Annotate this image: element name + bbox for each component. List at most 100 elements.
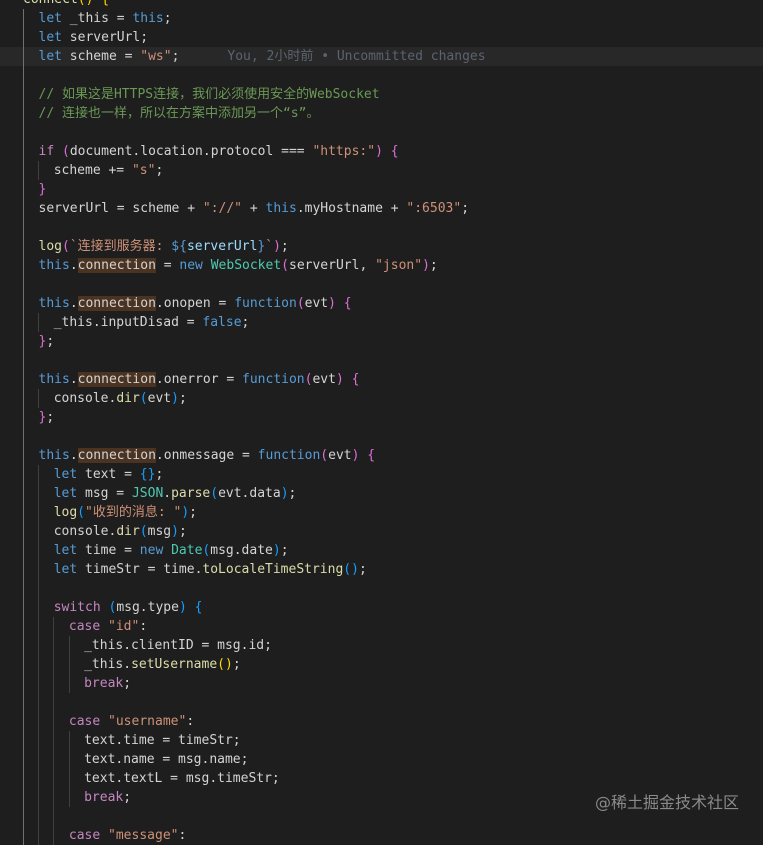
code-line[interactable]: connect() { [0,0,763,9]
indent-guide [38,769,40,788]
code-text: switch (msg.type) { [54,598,203,617]
code-line[interactable] [0,218,763,237]
code-token: scheme += [53,163,132,178]
code-text: _this.inputDisad = false; [54,313,250,332]
indent-guide [23,351,24,370]
code-text: }; [39,332,55,351]
code-line[interactable] [0,579,763,598]
indent-guide [38,560,40,579]
code-token: ; [429,258,438,273]
code-line[interactable]: let _this = this; [0,9,763,28]
code-token: "json" [375,258,423,273]
code-editor[interactable]: connect() {let _this = this;let serverUr… [0,0,763,845]
code-line[interactable]: } [0,180,763,199]
code-text: log(`连接到服务器: ${serverUrl}`); [39,237,289,256]
code-token: { [343,296,352,311]
code-text: // 如果这是HTTPS连接，我们必须使用安全的WebSocket [39,85,380,104]
code-line[interactable]: text.textL = msg.timeStr; [0,769,763,788]
code-line[interactable]: scheme += "s"; [0,161,763,180]
code-line[interactable]: let text = {}; [0,465,763,484]
code-token: ( [61,239,70,254]
code-line[interactable]: // 如果这是HTTPS连接，我们必须使用安全的WebSocket [0,85,763,104]
indent-guide [53,769,55,788]
code-token: console. [53,524,117,539]
code-line[interactable]: text.name = msg.name; [0,750,763,769]
code-line[interactable]: log("收到的消息: "); [0,503,763,522]
code-token: `连接到服务器: [69,239,172,254]
code-token: let [38,49,62,64]
code-line[interactable]: switch (msg.type) { [0,598,763,617]
code-token: ; [46,410,55,425]
code-token: "s" [131,163,156,178]
code-line[interactable] [0,275,763,294]
code-line[interactable]: this.connection.onerror = function(evt) … [0,370,763,389]
indent-guide [23,180,24,199]
code-token: : [186,714,195,729]
code-line[interactable]: }; [0,332,763,351]
indent-guide [23,693,24,712]
code-line[interactable]: if (document.location.protocol === "http… [0,142,763,161]
code-line[interactable]: // 连接也一样，所以在方案中添加另一个“s”。 [0,104,763,123]
indent-guide [23,484,24,503]
code-line[interactable]: console.dir(msg); [0,522,763,541]
code-token: ; [163,11,172,26]
code-token: evt [328,448,352,463]
code-token: . [69,372,78,387]
code-token: text.name = msg.name; [84,752,249,767]
code-token: ) [171,391,179,406]
code-line[interactable]: _this.clientID = msg.id; [0,636,763,655]
code-line[interactable]: this.connection.onopen = function(evt) { [0,294,763,313]
code-line[interactable] [0,66,763,85]
code-token: this [265,201,297,216]
code-line[interactable]: case "username": [0,712,763,731]
code-token: _this.clientID = msg.id; [84,638,272,653]
code-line[interactable] [0,123,763,142]
indent-guide [68,731,70,750]
code-token: = [155,258,180,273]
indent-guide [38,522,40,541]
indent-guide [23,522,24,541]
code-line[interactable]: serverUrl = scheme + "://" + this.myHost… [0,199,763,218]
code-line[interactable]: this.connection = new WebSocket(serverUr… [0,256,763,275]
code-token: function [257,448,321,463]
code-line[interactable]: this.connection.onmessage = function(evt… [0,446,763,465]
code-line[interactable] [0,427,763,446]
code-line[interactable]: }; [0,408,763,427]
code-line[interactable]: break; [0,674,763,693]
code-token: break [84,676,124,691]
code-line[interactable]: let scheme = "ws"; You, 2小时前 • Uncommitte… [0,47,763,66]
code-line[interactable]: case "message": [0,826,763,845]
code-token: ; [232,657,241,672]
code-token: this [38,448,70,463]
code-token: ; [288,486,297,501]
git-blame-annotation: You, 2小时前 • Uncommitted changes [227,49,486,64]
code-line[interactable]: _this.setUsername(); [0,655,763,674]
code-line[interactable]: let time = new Date(msg.date); [0,541,763,560]
code-token: ( [296,296,305,311]
code-line[interactable]: case "id": [0,617,763,636]
indent-guide [23,674,24,693]
code-token: "://" [202,201,243,216]
code-token: : [139,619,148,634]
code-line[interactable]: let msg = JSON.parse(evt.data); [0,484,763,503]
code-token: ; [155,467,164,482]
code-line[interactable]: text.time = timeStr; [0,731,763,750]
code-line[interactable]: _this.inputDisad = false; [0,313,763,332]
code-line[interactable] [0,351,763,370]
indent-guide [23,85,24,104]
code-token: text = [77,467,140,482]
code-line[interactable]: let timeStr = time.toLocaleTimeString(); [0,560,763,579]
code-token: _this.inputDisad = [53,315,203,330]
code-token: { [351,372,360,387]
code-line[interactable] [0,693,763,712]
code-token: text.textL = msg.timeStr; [84,771,280,786]
code-text: console.dir(msg); [54,522,187,541]
code-line[interactable]: console.dir(evt); [0,389,763,408]
indent-guide [23,503,24,522]
indent-guide [38,541,40,560]
code-line[interactable]: log(`连接到服务器: ${serverUrl}`); [0,237,763,256]
code-line[interactable]: let serverUrl; [0,28,763,47]
